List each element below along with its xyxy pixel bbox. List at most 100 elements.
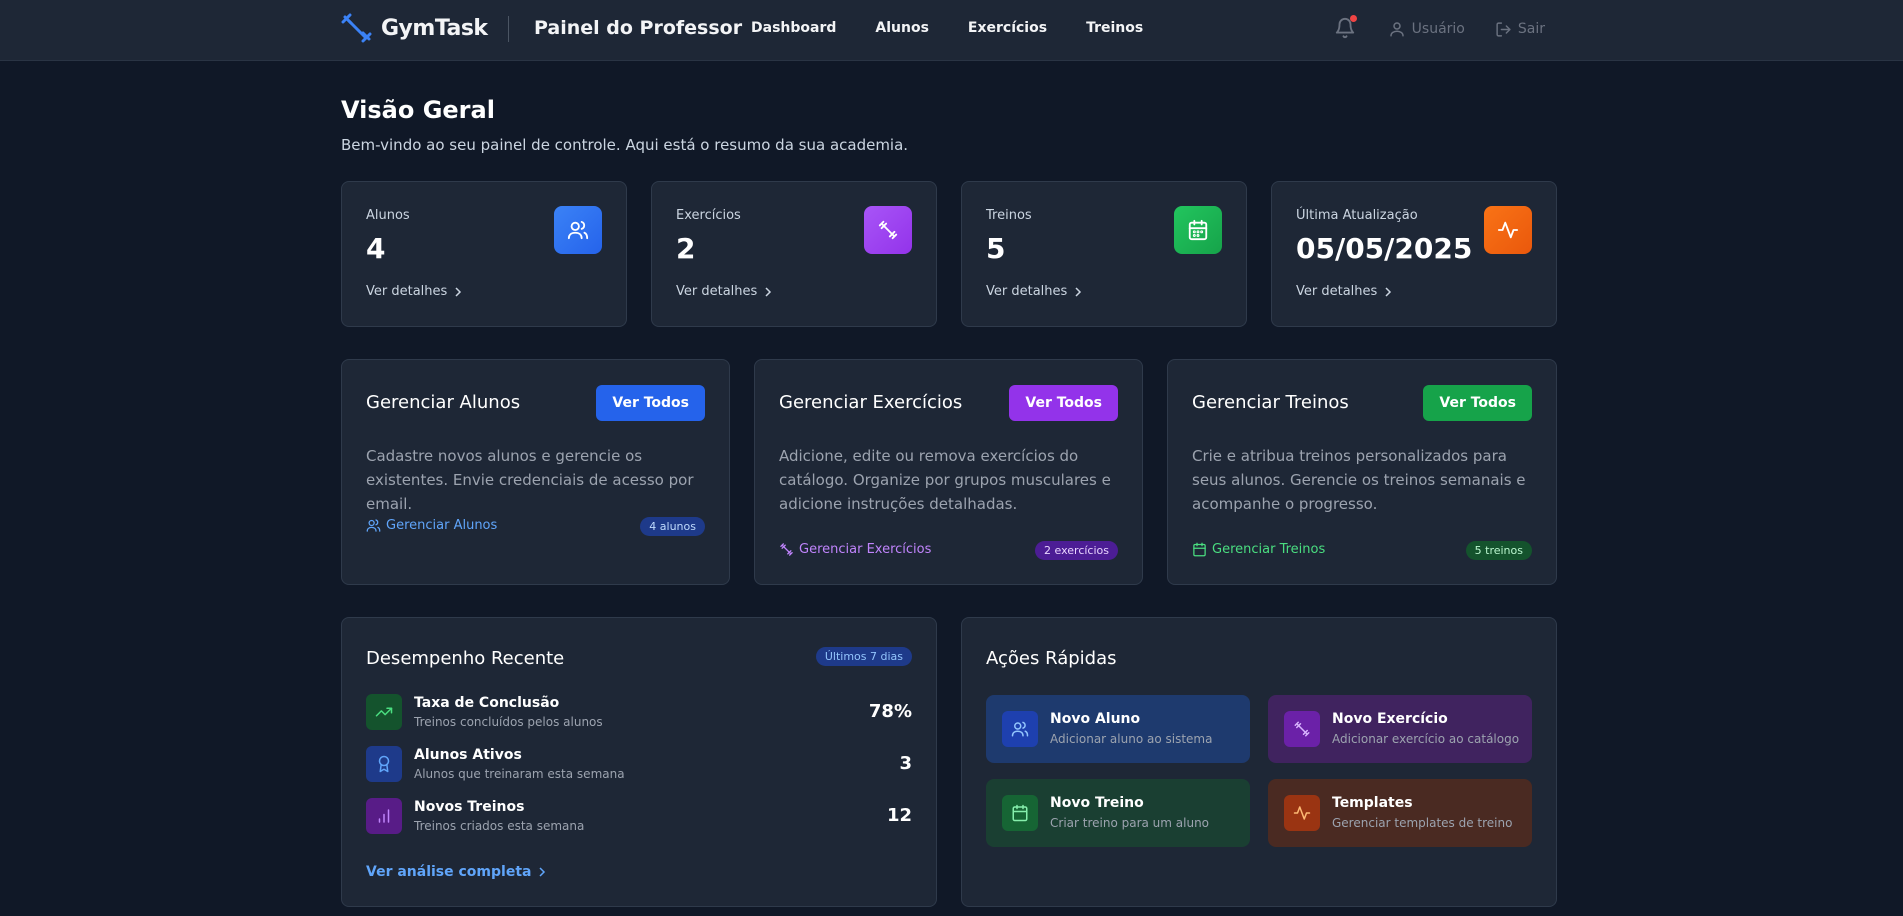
stat-icon-badge — [1174, 206, 1222, 254]
metric-name: Novos Treinos — [414, 799, 525, 815]
view-details-label: Ver detalhes — [366, 284, 448, 299]
stat-card-exercicios: Exercícios 2 Ver detalhes — [651, 181, 937, 327]
dumbbell-icon — [341, 13, 372, 43]
stat-label: Exercícios — [676, 208, 741, 223]
stat-value: 05/05/2025 — [1296, 232, 1473, 265]
metric-description: Alunos que treinaram esta semana — [414, 767, 625, 781]
period-badge: Últimos 7 dias — [815, 647, 912, 666]
logout-button[interactable]: Sair — [1495, 21, 1545, 38]
view-details-label: Ver detalhes — [986, 284, 1068, 299]
logout-label: Sair — [1517, 21, 1545, 37]
view-all-button[interactable]: Ver Todos — [1009, 385, 1118, 421]
card-title: Gerenciar Treinos — [1192, 392, 1349, 413]
logo-text: GymTask — [381, 15, 488, 41]
trending-up-icon — [375, 707, 393, 717]
card-description: Adicione, edite ou remova exercícios do … — [779, 447, 1111, 513]
quick-action-description: Adicionar aluno ao sistema — [1050, 732, 1213, 746]
top-navbar: GymTask Painel do Professor Dashboard Al… — [0, 0, 1903, 61]
manage-card-treinos: Gerenciar Treinos Ver Todos Crie e atrib… — [1167, 359, 1557, 585]
users-icon — [366, 519, 381, 532]
stat-icon-badge — [864, 206, 912, 254]
count-badge: 5 treinos — [1465, 541, 1532, 560]
metric-value: 12 — [886, 805, 912, 826]
chevron-right-icon — [455, 286, 462, 297]
app-logo[interactable]: GymTask — [341, 13, 488, 43]
view-details-link[interactable]: Ver detalhes — [1296, 284, 1393, 299]
manage-link-label: Gerenciar Treinos — [1212, 542, 1326, 557]
nav-alunos[interactable]: Alunos — [875, 20, 929, 36]
notification-dot — [1349, 15, 1357, 22]
activity-icon — [1497, 221, 1519, 239]
stat-card-treinos: Treinos 5 Ver detalhes — [961, 181, 1247, 327]
view-details-link[interactable]: Ver detalhes — [366, 284, 463, 299]
notifications-button[interactable] — [1334, 15, 1358, 41]
page-subtitle: Bem-vindo ao seu painel de controle. Aqu… — [341, 136, 909, 154]
stat-label: Alunos — [366, 208, 410, 223]
quick-action-name: Novo Exercício — [1332, 711, 1448, 727]
page-title: Visão Geral — [341, 96, 495, 124]
user-menu[interactable]: Usuário — [1388, 20, 1465, 38]
nav-dashboard[interactable]: Dashboard — [751, 20, 836, 36]
user-icon — [1389, 22, 1404, 37]
full-analysis-label: Ver análise completa — [366, 864, 532, 880]
quick-actions-card: Ações Rápidas Novo Aluno Adicionar aluno… — [961, 617, 1557, 907]
quick-action-new-workout[interactable]: Novo Treino Criar treino para um aluno — [986, 779, 1250, 847]
nav-exercicios[interactable]: Exercícios — [968, 20, 1047, 36]
performance-card: Desempenho Recente Últimos 7 dias Taxa d… — [341, 617, 937, 907]
manage-link[interactable]: Gerenciar Exercícios — [779, 542, 931, 557]
chevron-right-icon — [765, 286, 772, 297]
chevron-right-icon — [1075, 286, 1082, 297]
view-details-label: Ver detalhes — [1296, 284, 1378, 299]
count-badge: 2 exercícios — [1035, 541, 1118, 560]
main-nav: Dashboard Alunos Exercícios Treinos — [751, 20, 1182, 36]
view-details-link[interactable]: Ver detalhes — [986, 284, 1083, 299]
card-title: Gerenciar Alunos — [366, 392, 521, 413]
award-icon — [378, 755, 390, 773]
quick-action-templates[interactable]: Templates Gerenciar templates de treino — [1268, 779, 1532, 847]
full-analysis-link[interactable]: Ver análise completa — [366, 864, 547, 880]
metric-row: Novos Treinos Treinos criados esta seman… — [366, 798, 912, 836]
view-all-button[interactable]: Ver Todos — [1423, 385, 1532, 421]
user-label: Usuário — [1411, 21, 1465, 37]
view-details-link[interactable]: Ver detalhes — [676, 284, 773, 299]
stat-card-alunos: Alunos 4 Ver detalhes — [341, 181, 627, 327]
activity-icon — [1293, 806, 1311, 820]
metric-row: Taxa de Conclusão Treinos concluídos pel… — [366, 694, 912, 732]
metric-name: Alunos Ativos — [414, 747, 522, 763]
stat-card-ultima-atualizacao: Última Atualização 05/05/2025 Ver detalh… — [1271, 181, 1557, 327]
panel-title: Painel do Professor — [534, 17, 743, 39]
metric-value: 3 — [899, 753, 912, 774]
view-all-button[interactable]: Ver Todos — [596, 385, 705, 421]
metric-icon-badge — [366, 798, 402, 834]
stat-icon-badge — [554, 206, 602, 254]
dumbbell-icon — [780, 543, 793, 556]
metric-description: Treinos concluídos pelos alunos — [414, 715, 603, 729]
quick-action-new-student[interactable]: Novo Aluno Adicionar aluno ao sistema — [986, 695, 1250, 763]
header-divider — [508, 16, 509, 42]
quick-action-name: Templates — [1332, 795, 1413, 811]
user-nav: Usuário Sair — [1334, 15, 1545, 41]
users-icon — [1011, 721, 1029, 737]
section-title: Desempenho Recente — [366, 648, 565, 669]
quick-action-new-exercise[interactable]: Novo Exercício Adicionar exercício ao ca… — [1268, 695, 1532, 763]
stat-value: 5 — [986, 232, 1006, 265]
section-title: Ações Rápidas — [986, 648, 1117, 669]
dumbbell-icon — [1294, 721, 1310, 737]
manage-link[interactable]: Gerenciar Treinos — [1192, 542, 1325, 557]
metric-description: Treinos criados esta semana — [414, 819, 585, 833]
metric-name: Taxa de Conclusão — [414, 695, 560, 711]
quick-action-icon-badge — [1002, 795, 1038, 831]
stat-value: 4 — [366, 232, 386, 265]
metric-row: Alunos Ativos Alunos que treinaram esta … — [366, 746, 912, 784]
card-description: Cadastre novos alunos e gerencie os exis… — [366, 447, 694, 513]
dumbbell-icon — [878, 220, 898, 240]
quick-action-name: Novo Aluno — [1050, 711, 1141, 727]
stat-icon-badge — [1484, 206, 1532, 254]
nav-treinos[interactable]: Treinos — [1086, 20, 1143, 36]
manage-card-alunos: Gerenciar Alunos Ver Todos Cadastre novo… — [341, 359, 730, 585]
view-details-label: Ver detalhes — [676, 284, 758, 299]
quick-action-icon-badge — [1002, 711, 1038, 747]
manage-link[interactable]: Gerenciar Alunos — [366, 518, 497, 533]
bar-chart-icon — [378, 809, 390, 823]
count-badge: 4 alunos — [640, 517, 705, 536]
